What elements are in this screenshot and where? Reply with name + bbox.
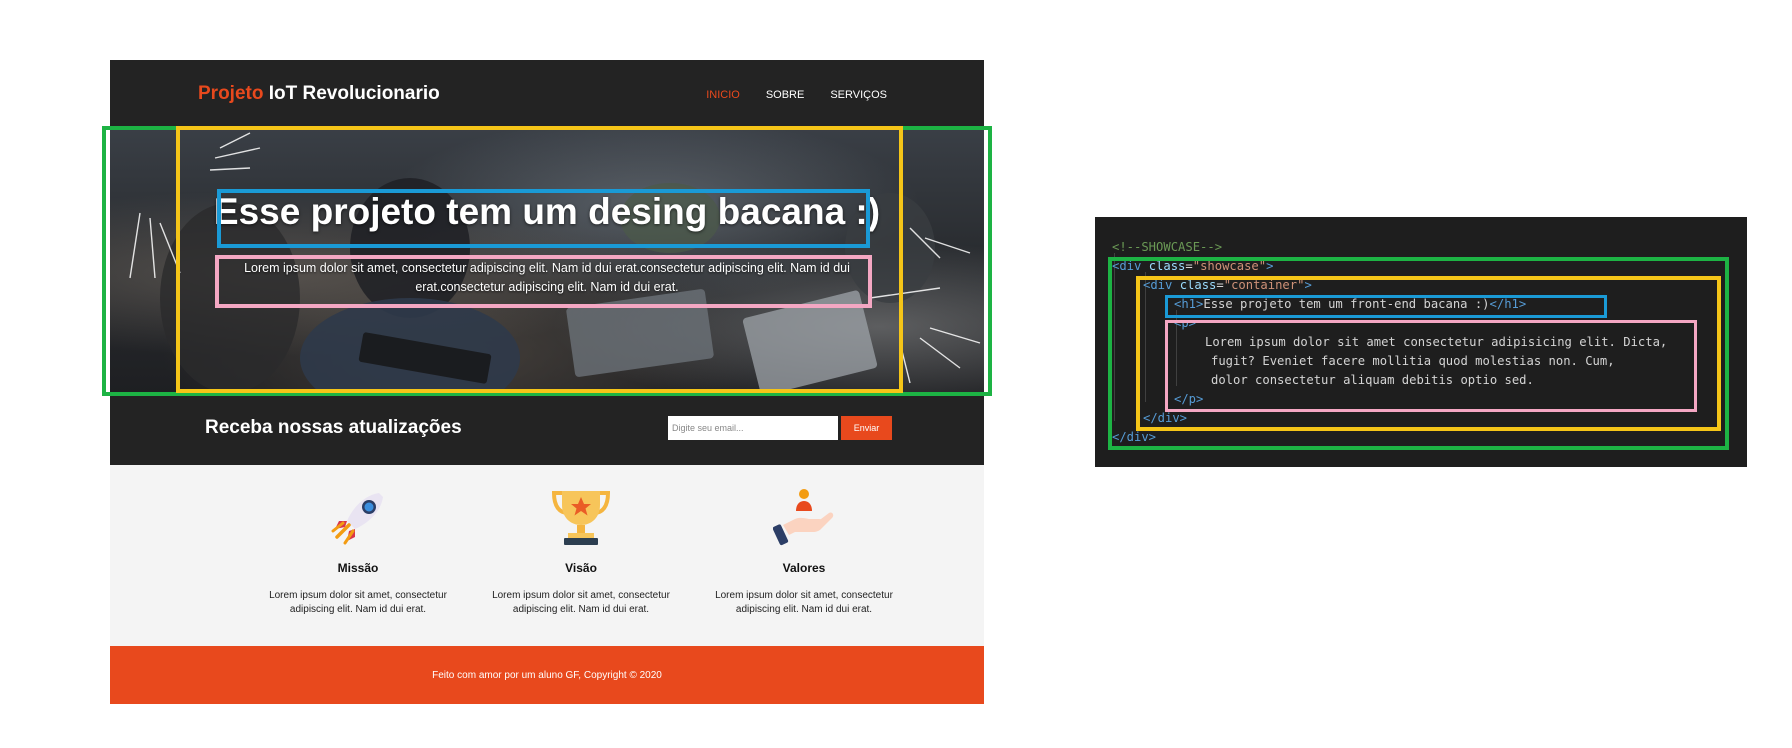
box-title: Missão [337,561,379,575]
h1-highlight-frame [217,189,870,248]
site-header: Projeto IoT Revolucionario INICIO SOBRE … [110,60,984,128]
nav-item-sobre[interactable]: SOBRE [766,89,805,101]
p-highlight-frame [215,255,872,308]
box-text: Lorem ipsum dolor sit amet, consectetur … [269,590,447,615]
site-footer: Feito com amor por um aluno GF, Copyrigh… [110,646,984,704]
nav-item-servicos[interactable]: SERVIÇOS [830,89,887,101]
box-title: Valores [782,561,826,575]
footer-text: Feito com amor por um aluno GF, Copyrigh… [432,670,662,681]
boxes-section: Missão Lorem ipsum dolor sit amet, conse… [110,465,984,646]
hand-person-icon [773,489,834,546]
code-line-comment: <!--SHOWCASE--> [1112,240,1223,254]
nav-item-inicio[interactable]: INICIO [706,89,740,101]
logo-rest: IoT Revolucionario [263,83,440,104]
box-text: Lorem ipsum dolor sit amet, consectetur … [492,590,670,615]
email-input[interactable] [668,416,838,440]
rocket-icon [331,493,383,545]
code-h1-frame [1165,295,1607,318]
send-button[interactable]: Enviar [841,416,892,440]
main-nav: INICIO SOBRE SERVIÇOS [706,89,887,101]
code-editor-panel: <!--SHOWCASE--> <div class="showcase"> <… [1095,217,1747,467]
newsletter-title: Receba nossas atualizações [205,417,462,438]
logo-accent: Projeto [198,83,264,104]
trophy-icon [551,491,611,545]
code-p-frame [1165,320,1697,412]
box-title: Visão [565,561,597,575]
newsletter-section: Receba nossas atualizações Enviar [110,393,984,465]
website-mockup: Projeto IoT Revolucionario INICIO SOBRE … [102,60,992,704]
box-text: Lorem ipsum dolor sit amet, consectetur … [715,590,893,615]
site-logo[interactable]: Projeto IoT Revolucionario [198,83,440,105]
